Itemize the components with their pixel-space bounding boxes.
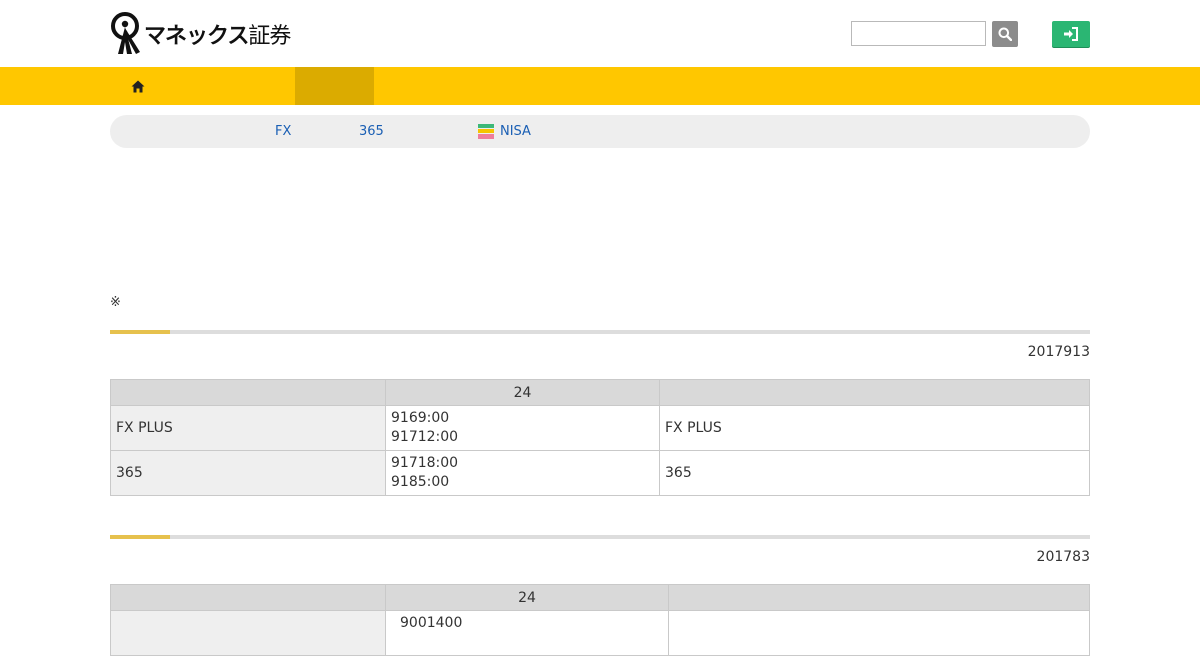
subnav-link-365[interactable]: 365 xyxy=(359,115,384,148)
sub-nav: FX 365 NISA xyxy=(110,115,1090,148)
table-header-row: 24 xyxy=(110,379,1090,406)
section-divider xyxy=(110,330,1090,334)
search-input[interactable] xyxy=(851,21,986,46)
table-header-cell xyxy=(668,584,1090,611)
monex-logo[interactable]: マネックス証券 xyxy=(110,12,291,56)
subnav-link-fx[interactable]: FX xyxy=(275,115,291,148)
table-row-label: 365 xyxy=(110,450,386,496)
table-header-cell: 24 xyxy=(385,379,660,406)
section-divider-accent xyxy=(110,535,170,539)
table-row-note: FX PLUS xyxy=(659,405,1090,451)
subnav-link-nisa[interactable]: NISA xyxy=(500,115,531,148)
time-line: 91718:00 xyxy=(391,455,459,471)
section-date: 201783 xyxy=(1036,549,1090,565)
global-nav xyxy=(0,67,1200,105)
time-line: 9185:00 xyxy=(391,474,450,490)
table-header-row: 24 xyxy=(110,584,1090,611)
nav-home-button[interactable] xyxy=(110,67,165,105)
table-row: FX PLUS 9169:00 91712:00 FX PLUS xyxy=(110,405,1090,451)
logo-text: マネックス証券 xyxy=(144,24,291,49)
login-button[interactable] xyxy=(1052,21,1090,47)
table-row-times: 91718:00 9185:00 xyxy=(385,450,660,496)
section-divider-accent xyxy=(110,330,170,334)
table-header-cell xyxy=(110,379,386,406)
section-divider xyxy=(110,535,1090,539)
table-row-label xyxy=(110,610,386,656)
nisa-icon xyxy=(478,124,494,139)
table-row-times: 9169:00 91712:00 xyxy=(385,405,660,451)
trading-hours-table: 24 FX PLUS 9169:00 91712:00 FX PLUS 365 … xyxy=(110,379,1090,496)
table-row: 365 91718:00 9185:00 365 xyxy=(110,450,1090,496)
table-header-cell xyxy=(659,379,1090,406)
site-header: マネックス証券 xyxy=(0,0,1200,67)
section-date: 2017913 xyxy=(1027,344,1090,360)
time-line: 91712:00 xyxy=(391,429,459,445)
trading-hours-table: 24 9001400 xyxy=(110,584,1090,656)
search-icon xyxy=(998,27,1012,41)
table-row-note xyxy=(668,610,1090,656)
table-row: 9001400 xyxy=(110,610,1090,656)
table-row-times: 9001400 xyxy=(385,610,669,656)
time-line: 9169:00 xyxy=(391,410,450,426)
login-icon xyxy=(1064,27,1078,41)
search-button[interactable] xyxy=(992,21,1018,47)
table-row-note: 365 xyxy=(659,450,1090,496)
nav-item-active[interactable] xyxy=(295,67,374,105)
logo-mark-icon xyxy=(111,12,140,54)
table-row-label: FX PLUS xyxy=(110,405,386,451)
table-header-cell: 24 xyxy=(385,584,669,611)
home-icon xyxy=(131,80,144,92)
note-text: ※ xyxy=(110,295,121,310)
time-line: 9001400 xyxy=(400,615,463,631)
table-header-cell xyxy=(110,584,386,611)
